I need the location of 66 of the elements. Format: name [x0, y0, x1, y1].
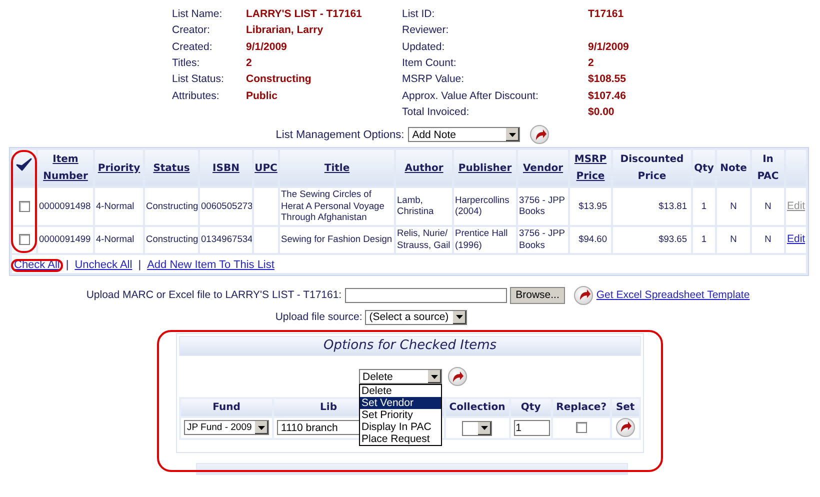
column-header: Collection — [446, 398, 509, 416]
field-label: MSRP Value: — [402, 73, 466, 86]
field-label: List ID: — [402, 8, 436, 20]
edit-link: Edit — [787, 200, 806, 212]
column-header: Set — [612, 398, 639, 416]
table-cell: Sewing for Fashion Design — [280, 226, 394, 253]
column-header: Fund — [181, 398, 272, 416]
field-value: Constructing — [246, 73, 312, 86]
source-label: Upload file source: — [275, 311, 362, 324]
field-value: $108.55 — [588, 73, 627, 86]
field-value: Public — [246, 90, 279, 102]
field-label: Reviewer: — [402, 24, 450, 36]
field-label: List Name: — [172, 8, 224, 20]
table-cell: 0060505273 — [200, 188, 252, 225]
table-cell: 3756 - JPP Books — [518, 226, 568, 253]
field-label: List Status: — [172, 73, 225, 86]
table-cell: N — [752, 188, 784, 225]
field-value: 2 — [588, 57, 595, 70]
field-label: Creator: — [172, 24, 211, 36]
separator: | — [138, 258, 142, 271]
field-value: $0.00 — [588, 106, 616, 118]
table-cell: $93.65 — [613, 226, 691, 253]
table-cell: 0000091499 — [38, 226, 93, 253]
table-cell: Prentice Hall (1996) — [454, 226, 516, 253]
field-value: LARRY'S LIST - T17161 — [246, 8, 363, 20]
field-value: $107.46 — [588, 90, 627, 102]
field-label: Attributes: — [172, 90, 220, 102]
table-cell: N — [752, 226, 784, 253]
column-header: Replace? — [553, 398, 610, 416]
field-label: Titles: — [172, 57, 201, 70]
table-cell: 1 — [693, 226, 715, 253]
field-value: 2 — [246, 57, 253, 70]
table-cell: $13.81 — [613, 188, 691, 225]
column-header: Discounted Price — [613, 150, 691, 186]
column-header: In PAC — [752, 150, 784, 186]
field-label: Updated: — [402, 40, 446, 53]
field-label: Total Invoiced: — [402, 106, 470, 118]
column-header: Qty — [693, 150, 715, 186]
table-cell: N — [717, 188, 750, 225]
table-cell: 0000091498 — [38, 188, 93, 225]
table-cell: 4-Normal — [95, 226, 143, 253]
table-cell: $13.95 — [570, 188, 611, 225]
field-value: 9/1/2009 — [588, 40, 630, 53]
field-label: Approx. Value After Discount: — [402, 90, 540, 102]
table-cell: Harpercollins (2004) — [454, 188, 516, 225]
column-header: Qty — [510, 398, 552, 416]
field-label: Item Count: — [402, 57, 458, 70]
table-cell: The Sewing Circles of Herat A Personal Voyage Through Afghanistan — [280, 188, 394, 225]
table-cell: Lamb, Christina — [396, 188, 452, 225]
separator: | — [66, 258, 69, 271]
table-cell: 1 — [693, 188, 715, 225]
panel-title: Options for Checked Items — [179, 336, 641, 356]
options-label: List Management Options: — [276, 128, 404, 141]
table-cell: Relis, Nurie/ Strauss, Gail — [396, 226, 452, 253]
table-cell: Constructing — [145, 188, 198, 225]
table-cell: 3756 - JPP Books — [518, 188, 568, 225]
field-value: T17161 — [588, 8, 625, 20]
field-value: 9/1/2009 — [246, 40, 288, 53]
field-value: Librarian, Larry — [246, 24, 324, 36]
table-cell: N — [717, 226, 750, 253]
column-header: Note — [717, 150, 750, 186]
table-cell: 4-Normal — [95, 188, 143, 225]
field-label: Created: — [172, 40, 214, 53]
table-cell: Constructing — [145, 226, 198, 253]
table-cell: $94.60 — [570, 226, 611, 253]
upload-label: Upload MARC or Excel file to LARRY'S LIST - T17161: — [86, 289, 342, 302]
